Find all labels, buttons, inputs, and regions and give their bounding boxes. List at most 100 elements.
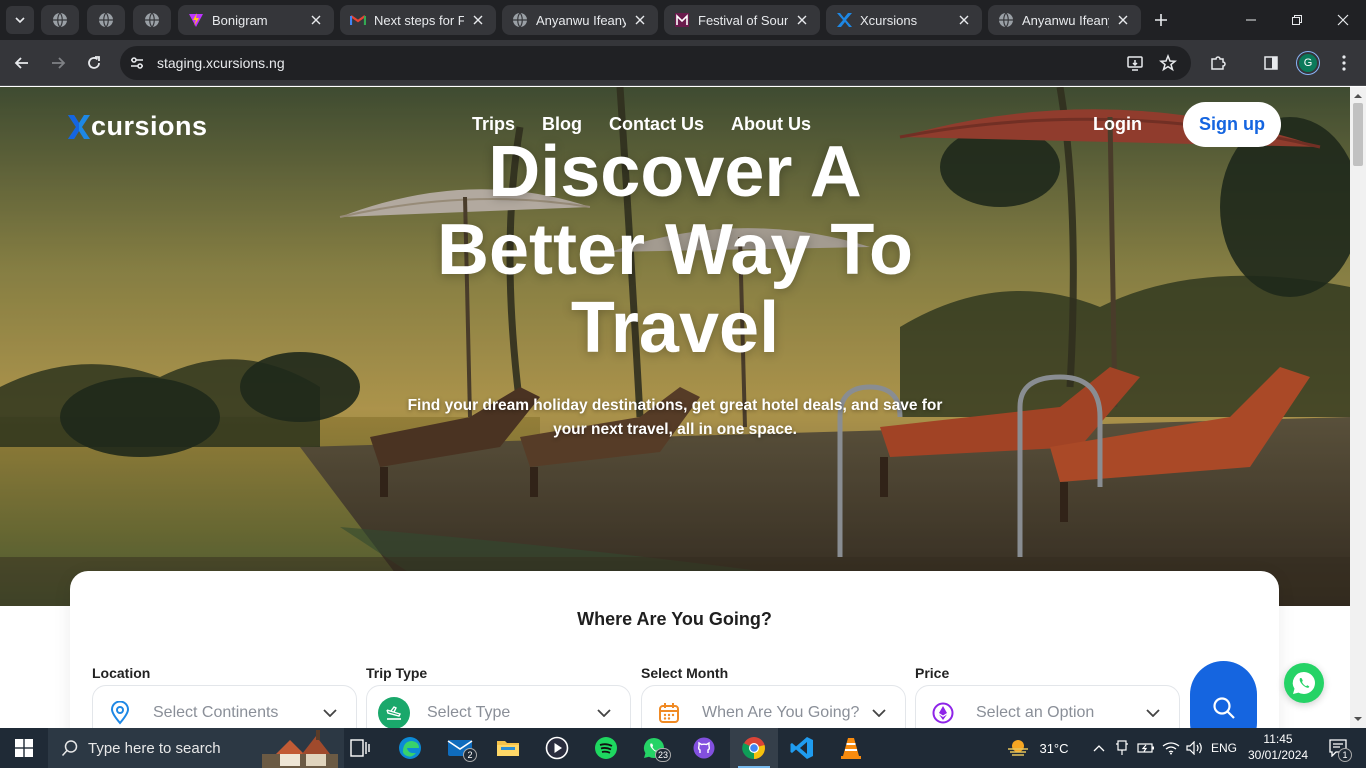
scroll-down-icon[interactable]	[1354, 715, 1362, 723]
task-view-icon	[350, 739, 370, 757]
gmail-icon	[350, 12, 366, 28]
chevron-down-icon	[872, 706, 886, 720]
sun-haze-icon	[1008, 740, 1028, 756]
chevron-down-icon	[323, 706, 337, 720]
page-scrollbar[interactable]	[1350, 87, 1366, 728]
install-app-button[interactable]	[1121, 49, 1149, 77]
pinned-tab-3[interactable]	[133, 5, 171, 35]
location-field: Location Select Continents	[92, 665, 357, 728]
trip-type-select[interactable]: Select Type	[366, 685, 631, 728]
mail-badge: 2	[463, 748, 477, 762]
bookmark-button[interactable]	[1154, 49, 1182, 77]
taskbar-clock[interactable]: 11:45 30/01/2024	[1248, 731, 1308, 763]
month-field: Select Month When Are You Going?	[641, 665, 906, 728]
close-icon[interactable]	[308, 12, 324, 28]
vlc-cone-icon	[841, 738, 861, 759]
hero-headline: Discover A Better Way To Travel	[0, 133, 1350, 367]
price-select[interactable]: Select an Option	[915, 685, 1180, 728]
spotify-app[interactable]	[582, 728, 630, 768]
windows-taskbar: Type here to search 2 23 31°C ENG 11:45 …	[0, 728, 1366, 768]
pinned-tab-2[interactable]	[87, 5, 125, 35]
close-window-button[interactable]	[1320, 0, 1366, 40]
hero-subheadline: Find your dream holiday destinations, ge…	[407, 397, 943, 438]
close-icon[interactable]	[956, 12, 972, 28]
tab-anyanwu-1[interactable]: Anyanwu Ifeanyi	[502, 5, 658, 35]
currency-icon	[927, 697, 959, 728]
battery-indicator[interactable]	[1136, 728, 1156, 768]
location-select[interactable]: Select Continents	[92, 685, 357, 728]
reload-button[interactable]	[80, 49, 108, 77]
mail-app[interactable]: 2	[436, 728, 484, 768]
site-info-button[interactable]	[124, 50, 150, 76]
extensions-button[interactable]	[1204, 49, 1232, 77]
input-language-indicator[interactable]: ENG	[1208, 728, 1240, 768]
file-explorer-app[interactable]	[484, 728, 532, 768]
search-button[interactable]	[1190, 661, 1257, 728]
tab-anyanwu-2[interactable]: Anyanwu Ifeanyi	[988, 5, 1141, 35]
close-icon[interactable]	[794, 12, 810, 28]
volume-indicator[interactable]	[1185, 728, 1205, 768]
network-indicator[interactable]	[1161, 728, 1181, 768]
weather-widget-icon[interactable]	[1004, 728, 1032, 768]
location-label: Location	[92, 665, 151, 681]
github-desktop-app[interactable]	[680, 728, 728, 768]
close-icon[interactable]	[632, 12, 648, 28]
notification-badge: 1	[1338, 748, 1352, 762]
media-player-app[interactable]	[533, 728, 581, 768]
price-field: Price Select an Option	[915, 665, 1180, 728]
whatsapp-app[interactable]: 23	[630, 728, 678, 768]
task-view-button[interactable]	[336, 728, 384, 768]
chevron-down-icon	[1146, 706, 1160, 720]
tab-festival[interactable]: Festival of Sound	[664, 5, 820, 35]
pinned-tab-1[interactable]	[41, 5, 79, 35]
weather-temperature[interactable]: 31°C	[1034, 728, 1074, 768]
globe-icon	[98, 12, 114, 28]
minimize-button[interactable]	[1228, 0, 1274, 40]
tab-title: Next steps for Fu	[374, 12, 464, 28]
taskbar-search-box[interactable]: Type here to search	[48, 728, 344, 768]
side-panel-button[interactable]	[1257, 49, 1285, 77]
tab-gmail[interactable]: Next steps for Fu	[340, 5, 496, 35]
star-icon	[1159, 54, 1177, 72]
chrome-icon	[742, 737, 765, 760]
globe-icon	[512, 12, 528, 28]
minimize-icon	[1246, 19, 1256, 21]
tab-search-button[interactable]	[6, 6, 34, 34]
action-center-button[interactable]: 1	[1318, 728, 1358, 768]
tab-title: Festival of Sound	[698, 12, 788, 28]
search-icon	[1212, 697, 1235, 719]
chrome-app[interactable]	[730, 728, 778, 768]
login-link[interactable]: Login	[1093, 114, 1142, 135]
new-tab-button[interactable]	[1148, 7, 1174, 33]
chevron-down-icon	[597, 706, 611, 720]
meet-now-button[interactable]	[1112, 728, 1132, 768]
close-icon[interactable]	[470, 12, 486, 28]
vlc-app[interactable]	[827, 728, 875, 768]
tab-title: Anyanwu Ifeanyi	[536, 12, 626, 28]
browser-menu-button[interactable]	[1330, 49, 1358, 77]
trip-type-placeholder: Select Type	[427, 704, 511, 721]
tab-bonigram[interactable]: Bonigram	[178, 5, 334, 35]
address-bar[interactable]: staging.xcursions.ng	[120, 46, 1191, 80]
tab-xcursions-active[interactable]: Xcursions	[826, 5, 982, 35]
month-select[interactable]: When Are You Going?	[641, 685, 906, 728]
close-icon[interactable]	[1115, 12, 1131, 28]
profile-avatar[interactable]: G	[1297, 52, 1319, 74]
scrollbar-thumb[interactable]	[1353, 103, 1363, 166]
price-label: Price	[915, 665, 950, 681]
show-hidden-icons-button[interactable]	[1090, 728, 1108, 768]
taskbar-search-placeholder: Type here to search	[88, 739, 221, 757]
start-button[interactable]	[0, 728, 48, 768]
scroll-up-icon[interactable]	[1354, 92, 1362, 100]
vscode-app[interactable]	[778, 728, 826, 768]
location-pin-icon	[104, 697, 136, 728]
back-button[interactable]	[8, 49, 36, 77]
vite-icon	[188, 12, 204, 28]
whatsapp-chat-button[interactable]	[1284, 663, 1324, 703]
forward-button[interactable]	[44, 49, 72, 77]
price-placeholder: Select an Option	[976, 704, 1095, 721]
edge-app[interactable]	[386, 728, 434, 768]
headline-line-2: Better Way To	[436, 210, 914, 290]
arrow-left-icon	[14, 57, 28, 69]
restore-button[interactable]	[1274, 0, 1320, 40]
